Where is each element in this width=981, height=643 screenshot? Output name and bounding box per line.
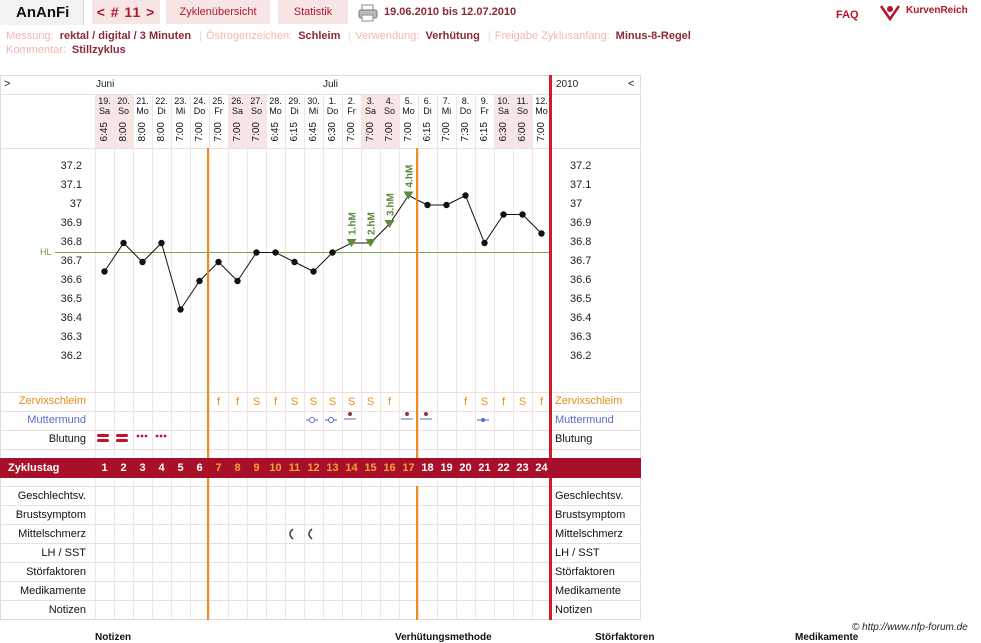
footer-col-stoerfaktoren: Störfaktoren <box>595 632 655 643</box>
mittelschmerz-mark[interactable] <box>289 528 294 540</box>
footer-col-medikamente: Medikamente <box>795 632 859 643</box>
mittelschmerz-mark[interactable] <box>308 528 313 540</box>
footer-col-notizen: Notizen <box>95 632 132 643</box>
footer-col-verhuetung: Verhütungsmethode <box>395 632 492 643</box>
copyright-notice: © http://www.nfp-forum.de <box>852 622 968 633</box>
mittelschmerz-marks <box>289 528 313 540</box>
